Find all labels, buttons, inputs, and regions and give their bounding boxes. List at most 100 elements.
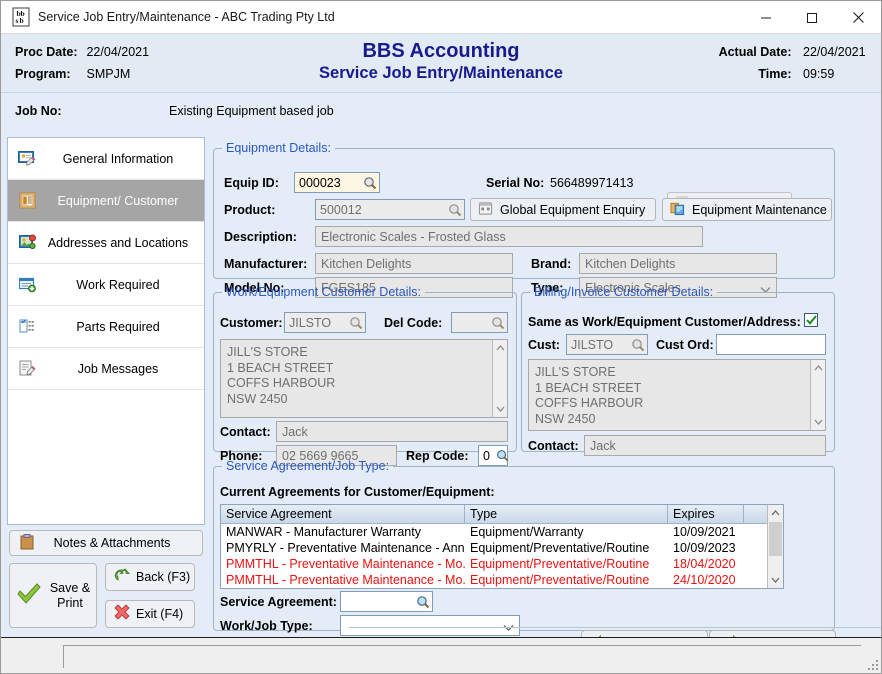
scroll-up-icon[interactable]: [811, 361, 825, 375]
column-header-blank[interactable]: [744, 505, 769, 523]
main-content: Equipment Details: Equip ID: Serial No: …: [209, 137, 875, 637]
search-icon[interactable]: [361, 173, 379, 192]
back-arrow-icon: [113, 568, 131, 587]
actual-date-value: 22/04/2021: [795, 41, 867, 63]
customer-label: Customer:: [220, 316, 283, 330]
sidebar-item-label: Work Required: [40, 278, 204, 292]
service-agreement-text[interactable]: [341, 592, 414, 611]
billing-address-scrollbar[interactable]: [810, 360, 825, 430]
application-window: b b s b Service Job Entry/Maintenance - …: [0, 0, 882, 674]
address-line: 1 BEACH STREET: [227, 361, 507, 377]
svg-text:s: s: [16, 16, 19, 25]
sidebar-item-label: Equipment/ Customer: [40, 194, 204, 208]
scroll-down-icon[interactable]: [493, 402, 507, 416]
scroll-down-icon[interactable]: [811, 415, 825, 429]
cell-expires: 18/04/2020: [668, 556, 744, 572]
agreements-table[interactable]: Service Agreement Type Expires MANWAR - …: [220, 504, 784, 589]
save-print-button[interactable]: Save & Print: [9, 563, 97, 628]
del-code-input[interactable]: [451, 312, 508, 333]
service-agreement-input[interactable]: [340, 591, 433, 612]
address-line: 1 BEACH STREET: [535, 381, 825, 397]
search-icon[interactable]: [446, 200, 464, 219]
scroll-up-icon[interactable]: [768, 506, 783, 520]
billing-cust-text[interactable]: [567, 335, 629, 354]
product-text[interactable]: [316, 200, 446, 219]
sidebar-item-label: Addresses and Locations: [40, 236, 204, 250]
service-agreement-field-label: Service Agreement:: [220, 595, 337, 609]
back-f3-button[interactable]: Back (F3): [105, 563, 195, 591]
table-row[interactable]: MANWAR - Manufacturer Warranty Equipment…: [221, 524, 783, 540]
product-input[interactable]: [315, 199, 465, 220]
del-code-text[interactable]: [452, 313, 489, 332]
sidebar-item-addresses-and-locations[interactable]: Addresses and Locations: [8, 222, 204, 264]
time-value: 09:59: [795, 63, 867, 85]
cell-expires: 24/10/2020: [668, 572, 744, 588]
notes-attachments-button[interactable]: Notes & Attachments: [9, 530, 203, 556]
cell-service-agreement: PMMTHL - Preventative Maintenance - Mo..…: [221, 556, 465, 572]
scrollbar-thumb[interactable]: [769, 522, 782, 556]
search-icon[interactable]: [347, 313, 365, 332]
column-header-expires[interactable]: Expires: [668, 505, 744, 523]
column-header-type[interactable]: Type: [465, 505, 668, 523]
global-equipment-enquiry-button[interactable]: Global Equipment Enquiry: [470, 198, 656, 221]
job-bar: Job No: Existing Equipment based job New…: [1, 93, 881, 133]
cust-ord-text[interactable]: [717, 335, 825, 354]
sidebar-item-work-required[interactable]: Work Required: [8, 264, 204, 306]
resize-grip[interactable]: [866, 658, 878, 670]
description-label: Description:: [224, 230, 297, 244]
title-bar: b b s b Service Job Entry/Maintenance - …: [1, 1, 881, 34]
sidebar-item-equipment-customer[interactable]: Equipment/ Customer: [8, 180, 204, 222]
scroll-up-icon[interactable]: [493, 341, 507, 355]
service-agreement-job-type-group: Service Agreement/Job Type: Current Agre…: [213, 459, 835, 631]
table-row[interactable]: PMMTHL - Preventative Maintenance - Mo..…: [221, 572, 783, 588]
search-icon[interactable]: [414, 592, 432, 611]
address-line: JILL'S STORE: [227, 345, 507, 361]
billing-invoice-customer-group: Billing/Invoice Customer Details: Same a…: [521, 285, 835, 452]
sidebar-item-job-messages[interactable]: Job Messages: [8, 348, 204, 390]
scroll-down-icon[interactable]: [768, 573, 783, 587]
table-row[interactable]: PMYRLY - Preventative Maintenance - Ann.…: [221, 540, 783, 556]
address-line: JILL'S STORE: [535, 365, 825, 381]
brand-value: Kitchen Delights: [585, 257, 675, 271]
customer-text[interactable]: [285, 313, 347, 332]
sidebar-item-parts-required[interactable]: Parts Required: [8, 306, 204, 348]
same-as-label: Same as Work/Equipment Customer/Address:: [528, 315, 801, 329]
equipment-customer-icon: [14, 192, 40, 209]
cell-expires: 10/09/2023: [668, 540, 744, 556]
horizontal-splitter[interactable]: [349, 627, 882, 635]
equipment-maintenance-button[interactable]: Equipment Maintenance: [662, 198, 832, 221]
manufacturer-value: Kitchen Delights: [321, 257, 411, 271]
exit-f4-button[interactable]: Exit (F4): [105, 600, 195, 628]
billing-contact-value: Jack: [590, 439, 616, 453]
sidebar-item-general-information[interactable]: General Information: [8, 138, 204, 180]
service-agreement-legend: Service Agreement/Job Type:: [222, 459, 393, 473]
address-scrollbar[interactable]: [492, 340, 507, 417]
minimize-button[interactable]: [743, 1, 789, 34]
program-value: SMPJM: [86, 67, 130, 81]
table-row[interactable]: PMMTHL - Preventative Maintenance - Mo..…: [221, 556, 783, 572]
equipment-maintenance-label: Equipment Maintenance: [692, 203, 827, 217]
exit-f4-label: Exit (F4): [136, 607, 183, 621]
maximize-button[interactable]: [789, 1, 835, 34]
equip-id-input[interactable]: [294, 172, 380, 193]
window-controls: [743, 1, 881, 34]
customer-input[interactable]: [284, 312, 366, 333]
equip-id-text[interactable]: [295, 173, 361, 192]
same-as-checkbox[interactable]: [804, 313, 818, 327]
search-icon[interactable]: [489, 313, 507, 332]
search-icon[interactable]: [629, 335, 647, 354]
save-print-label: Save & Print: [44, 581, 96, 611]
notes-icon: [20, 534, 34, 553]
work-required-icon: [14, 276, 40, 293]
sidebar-nav: General Information Equipment/ Customer: [7, 137, 205, 525]
cust-ord-input[interactable]: [716, 334, 826, 355]
close-button[interactable]: [835, 1, 881, 34]
agreements-scrollbar[interactable]: [767, 505, 783, 588]
current-agreements-subtitle: Current Agreements for Customer/Equipmen…: [220, 485, 495, 499]
cell-service-agreement: PMMTHL - Preventative Maintenance - Mo..…: [221, 572, 465, 588]
del-code-label: Del Code:: [384, 316, 442, 330]
proc-date-value: 22/04/2021: [86, 45, 149, 59]
status-bar: [1, 637, 881, 673]
billing-cust-input[interactable]: [566, 334, 648, 355]
column-header-service-agreement[interactable]: Service Agreement: [221, 505, 465, 523]
